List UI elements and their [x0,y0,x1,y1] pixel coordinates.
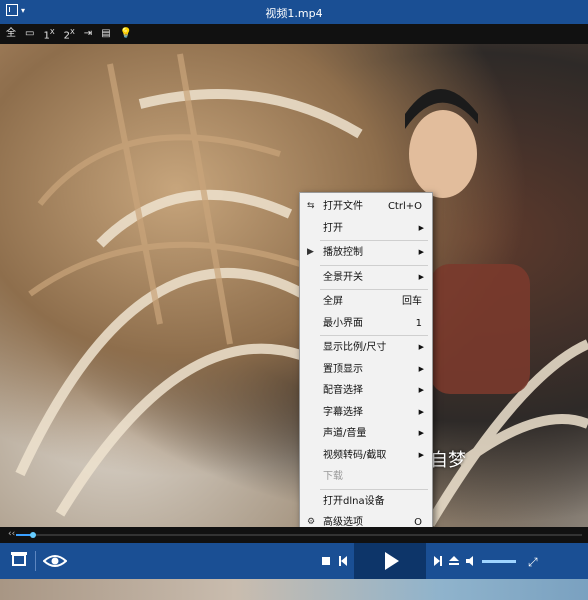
play-button[interactable] [385,552,399,570]
submenu-arrow-icon: ▶ [418,450,424,459]
menu-separator [320,240,428,241]
eye-icon[interactable] [43,554,67,568]
menu-separator [320,488,428,490]
video-area[interactable]: 自梦 ⇆ 打开文件 Ctrl+O 打开 ▶ ▶ 播放控制 ▶ 全景开关 ▶ 全屏 回车最小界面 1 显示比… [0,44,588,527]
divider [35,551,36,571]
toolbar-item-label: 全 [6,28,16,39]
menu-item-11[interactable]: 置顶显示 ▶ [300,359,432,381]
playlist-icon[interactable] [11,552,27,566]
menu-item-10[interactable]: 显示比例/尺寸 ▶ [300,337,432,359]
toolbar: 全 ▭ 1X 2X ⇥ ▤ 💡 [0,24,588,44]
volume-icon[interactable] [466,556,478,566]
submenu-arrow-icon: ▶ [418,429,424,437]
menu-item-16: 下载 [300,466,432,488]
menu-item-icon: ⇆ [307,201,315,211]
volume-fill [482,560,516,563]
toolbar-item-2[interactable]: 1X [43,22,54,46]
toolbar-item-label: ▤ [101,28,111,39]
menu-item-18[interactable]: 打开dlna设备 [300,491,432,513]
menu-item-5[interactable]: 全景开关 ▶ [300,267,432,289]
toolbar-item-sup: X [70,27,75,36]
menu-item-label: 显示比例/尺寸 [323,342,387,353]
menu-item-label: 视频转码/截取 [323,449,387,461]
stop-button[interactable] [322,557,330,565]
eject-icon[interactable] [449,556,459,566]
submenu-arrow-icon: ▶ [418,364,424,373]
toolbar-item-1[interactable]: ▭ [25,24,34,44]
menu-item-shortcut: O [414,517,422,527]
menu-item-icon: ⚙ [307,517,316,527]
submenu-arrow-icon: ▶ [418,223,424,232]
toolbar-item-0[interactable]: 全 [6,24,16,44]
title-bar: ▾ 视频1.mp4 [0,0,588,24]
next-button[interactable] [434,556,442,566]
menu-item-7[interactable]: 全屏 回车 [300,291,432,313]
menu-item-label: 字幕选择 [323,406,363,418]
window-title: 视频1.mp4 [265,7,323,20]
menu-item-icon: ▶ [307,247,314,257]
menu-item-3[interactable]: ▶ 播放控制 ▶ [300,242,432,264]
menu-item-0[interactable]: ⇆ 打开文件 Ctrl+O [300,196,432,218]
menu-item-shortcut: Ctrl+O [387,201,422,212]
subtitle-text: 自梦 [430,450,466,471]
toolbar-item-sup: X [49,27,55,36]
seek-handle[interactable] [29,532,36,538]
menu-item-13[interactable]: 字幕选择 ▶ [300,402,432,424]
menu-item-19[interactable]: ⚙ 高级选项 O [300,512,432,527]
menu-item-label: 打开dlna设备 [323,495,385,507]
fullscreen-icon[interactable]: ⤢ [528,555,538,570]
menu-item-12[interactable]: 配音选择 ▶ [300,380,432,402]
menu-item-label: 打开文件 [323,201,363,212]
progress-bar[interactable]: ‹‹ [0,527,588,543]
menu-item-label: 全屏 [323,296,343,307]
toolbar-item-label: 💡 [119,28,133,39]
seek-track[interactable] [16,532,582,538]
submenu-arrow-icon: ▶ [418,343,424,351]
toolbar-item-4[interactable]: ⇥ [84,24,92,44]
toolbar-item-5[interactable]: ▤ [101,24,110,44]
submenu-arrow-icon: ▶ [418,407,424,416]
video-frame [15,53,588,527]
previous-button[interactable] [339,556,347,566]
context-menu: ⇆ 打开文件 Ctrl+O 打开 ▶ ▶ 播放控制 ▶ 全景开关 ▶ 全屏 回车最小界面 1 显示比例/尺… [299,192,433,527]
menu-item-label: 置顶显示 [323,363,363,375]
menu-item-14[interactable]: 声道/音量 ▶ [300,423,432,445]
menu-separator [320,335,428,336]
menu-item-label: 最小界面 [323,317,363,329]
menu-item-shortcut: 1 [415,317,422,329]
rewind-icon[interactable]: ‹‹ [8,529,15,539]
toolbar-item-6[interactable]: 💡 [120,24,132,44]
menu-item-shortcut: 回车 [402,296,422,307]
menu-separator [320,289,428,290]
menu-item-label: 播放控制 [323,247,363,258]
submenu-arrow-icon: ▶ [418,386,424,394]
desktop-background [0,579,588,600]
menu-item-label: 打开 [323,222,343,234]
toolbar-item-3[interactable]: 2X [64,22,75,46]
menu-item-label: 全景开关 [323,271,363,283]
toolbar-item-label: ⇥ [83,28,93,39]
menu-item-15[interactable]: 视频转码/截取 ▶ [300,445,432,467]
menu-item-label: 下载 [323,471,343,482]
menu-item-label: 高级选项 [323,517,363,527]
control-bar: ⤢ [0,543,588,579]
menu-separator [320,264,428,266]
menu-item-label: 配音选择 [323,385,363,396]
menu-item-label: 声道/音量 [323,428,367,439]
submenu-arrow-icon: ▶ [418,272,424,281]
volume-slider[interactable] [482,560,516,563]
menu-item-8[interactable]: 最小界面 1 [300,313,432,335]
submenu-arrow-icon: ▶ [418,248,424,256]
menu-item-1[interactable]: 打开 ▶ [300,218,432,240]
toolbar-item-label: ▭ [25,28,35,39]
